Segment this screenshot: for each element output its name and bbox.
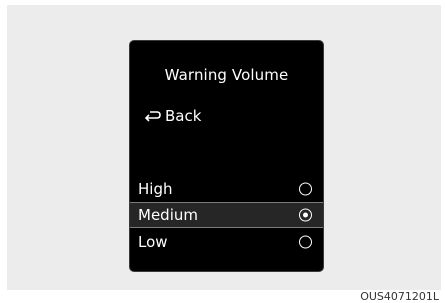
radio-unselected-icon[interactable] (299, 235, 312, 249)
back-arrow-icon (144, 111, 161, 122)
option-high[interactable]: High (130, 176, 323, 202)
radio-selected-icon[interactable] (299, 208, 312, 222)
back-button[interactable]: Back (144, 107, 201, 125)
option-label: High (138, 180, 173, 198)
menu-title: Warning Volume (164, 66, 289, 84)
figure-code: OUS4071201L (360, 290, 439, 303)
back-label: Back (165, 107, 202, 125)
cluster-display: Warning Volume Back High Medium Low (129, 40, 324, 272)
option-label: Medium (138, 206, 198, 224)
radio-dot (303, 212, 308, 218)
option-medium[interactable]: Medium (130, 202, 323, 228)
radio-unselected-icon[interactable] (299, 182, 312, 196)
option-low[interactable]: Low (130, 229, 323, 255)
option-label: Low (138, 233, 168, 251)
